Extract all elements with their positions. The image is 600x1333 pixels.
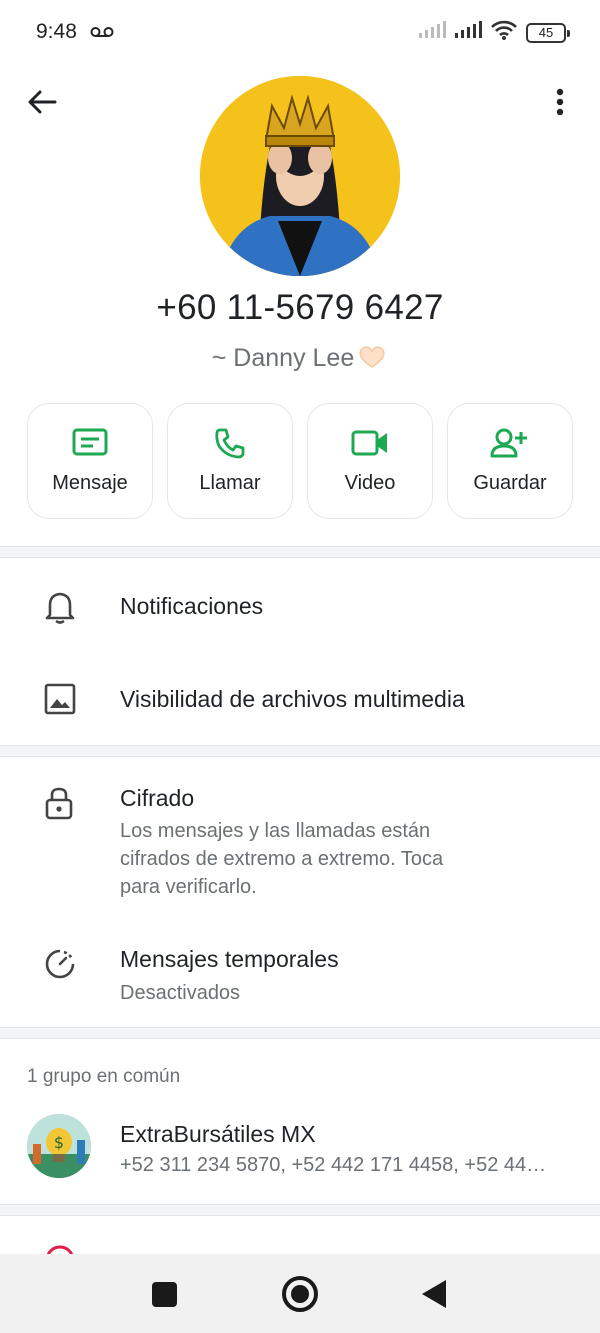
contact-push-name: ~ Danny Lee [0, 344, 600, 376]
bell-icon [44, 590, 76, 629]
video-button[interactable]: Video [307, 403, 433, 519]
notifications-row[interactable]: Notificaciones [0, 560, 600, 653]
voicemail-icon [90, 25, 114, 43]
video-icon [351, 426, 389, 460]
group-avatar: $ [27, 1114, 91, 1178]
action-buttons: Mensaje Llamar Video Guardar [27, 403, 573, 519]
contact-phone-number: +60 11-5679 6427 [156, 288, 444, 327]
section-divider [0, 546, 600, 558]
disappearing-messages-title: Mensajes temporales [120, 946, 339, 972]
disappearing-messages-status: Desactivados [120, 982, 241, 1004]
back-arrow-icon [27, 89, 57, 120]
contact-name-text: ~ Danny Lee [211, 344, 355, 372]
encryption-row[interactable]: Cifrado Los mensajes y las llamadas está… [0, 760, 600, 920]
encryption-title: Cifrado [120, 785, 195, 811]
more-vert-icon [556, 88, 564, 121]
encryption-description-line: cifrados de extremo a extremo. Toca [120, 848, 444, 870]
section-divider [0, 745, 600, 757]
group-members: +52 311 234 5870, +52 442 171 4458, +52 … [120, 1154, 547, 1176]
back-triangle-icon[interactable] [422, 1280, 446, 1308]
heart-hands-emoji [356, 345, 388, 376]
section-divider [0, 1204, 600, 1216]
disappearing-messages-row[interactable]: Mensajes temporales Desactivados [0, 920, 600, 1026]
home-icon[interactable] [282, 1276, 318, 1312]
profile-avatar[interactable] [200, 76, 400, 276]
svg-text:$: $ [54, 1133, 64, 1152]
save-contact-button[interactable]: Guardar [447, 403, 573, 519]
status-time: 9:48 [36, 20, 77, 43]
lock-icon [44, 786, 74, 825]
more-options-button[interactable] [540, 84, 580, 124]
call-label: Llamar [199, 472, 261, 494]
message-label: Mensaje [52, 472, 128, 494]
groups-in-common-header: 1 grupo en común [27, 1066, 181, 1087]
status-bar: 9:48 45 [0, 0, 600, 64]
video-label: Video [344, 472, 396, 494]
timer-icon [44, 948, 76, 985]
phone-icon [214, 426, 246, 460]
wifi-icon [490, 20, 518, 45]
recent-apps-icon[interactable] [152, 1282, 177, 1307]
notifications-label: Notificaciones [120, 593, 264, 619]
encryption-description-line: para verificarlo. [120, 876, 257, 898]
call-button[interactable]: Llamar [167, 403, 293, 519]
signal-icon [454, 21, 482, 44]
message-button[interactable]: Mensaje [27, 403, 153, 519]
battery-icon: 45 [526, 22, 570, 43]
save-label: Guardar [473, 472, 547, 494]
section-divider [0, 1027, 600, 1039]
group-name: ExtraBursátiles MX [120, 1121, 316, 1147]
status-icons: 45 [418, 20, 570, 45]
encryption-description-line: Los mensajes y las llamadas están [120, 820, 431, 842]
message-icon [72, 426, 108, 460]
media-visibility-row[interactable]: Visibilidad de archivos multimedia [0, 653, 600, 745]
back-button[interactable] [22, 84, 62, 124]
media-visibility-label: Visibilidad de archivos multimedia [120, 686, 465, 712]
signal-icon [418, 21, 446, 44]
image-icon [44, 683, 76, 720]
add-person-icon [490, 426, 530, 460]
system-navigation-bar [0, 1254, 600, 1333]
